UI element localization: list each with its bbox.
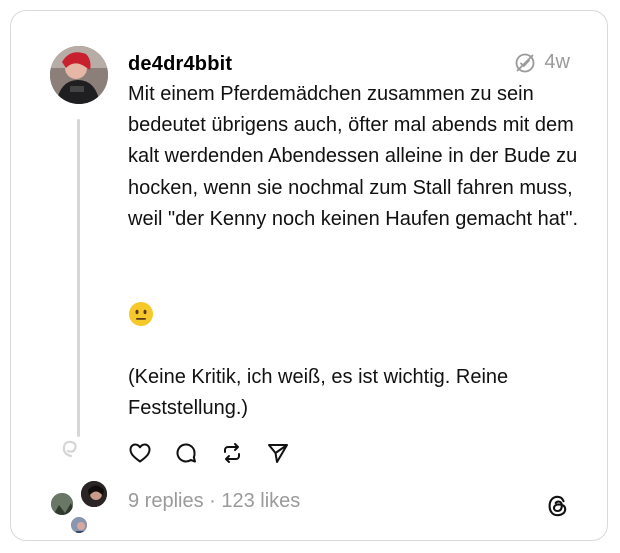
thread-line bbox=[77, 119, 80, 437]
replier-avatar bbox=[49, 491, 75, 517]
neutral-face-emoji bbox=[129, 302, 153, 326]
post-stats[interactable]: 9 replies · 123 likes bbox=[128, 490, 300, 513]
post-paragraph: Mit einem Pferdemädchen zusammen zu sein… bbox=[128, 83, 579, 230]
post-card: de4dr4bbit 4w Mit einem Pferdemädchen zu… bbox=[10, 10, 608, 541]
heart-icon[interactable] bbox=[128, 441, 152, 465]
post-time: 4w bbox=[544, 51, 570, 73]
comment-icon[interactable] bbox=[174, 441, 198, 465]
post-body: Mit einem Pferdemädchen zusammen zu sein… bbox=[128, 79, 603, 235]
author-username[interactable]: de4dr4bbit bbox=[128, 53, 232, 76]
post-meta: 4w bbox=[514, 51, 570, 74]
threads-logo-icon[interactable] bbox=[545, 493, 571, 519]
post-actions bbox=[128, 441, 290, 465]
replier-avatar bbox=[69, 515, 89, 535]
thread-loop-icon bbox=[62, 440, 77, 458]
author-avatar[interactable] bbox=[50, 46, 108, 104]
replier-avatars[interactable] bbox=[49, 479, 111, 539]
send-icon[interactable] bbox=[266, 441, 290, 465]
repost-icon[interactable] bbox=[220, 441, 244, 465]
post-paragraph-note: (Keine Kritik, ich weiß, es ist wichtig.… bbox=[128, 366, 509, 420]
replier-avatar bbox=[79, 479, 109, 509]
muted-icon[interactable] bbox=[514, 52, 536, 74]
